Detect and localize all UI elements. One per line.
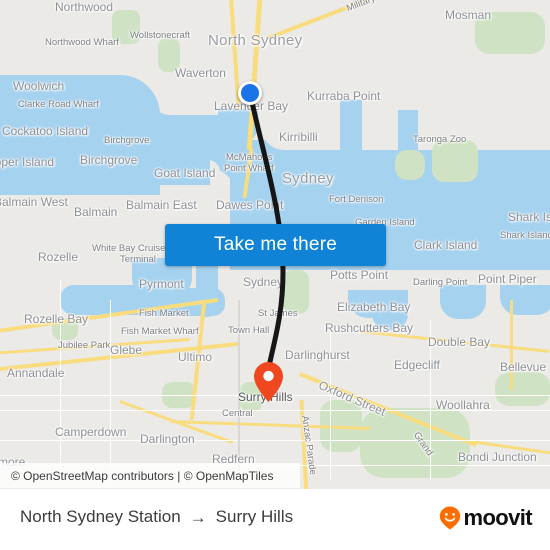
destination-pin-marker[interactable] xyxy=(254,362,283,402)
map-attribution: © OpenStreetMap contributors | © OpenMap… xyxy=(0,463,300,488)
attribution-text[interactable]: © OpenStreetMap contributors | © OpenMap… xyxy=(11,469,273,483)
trip-origin-label: North Sydney Station xyxy=(20,507,181,526)
take-me-there-button[interactable]: Take me there xyxy=(165,224,386,266)
moovit-trip-map-screen: NorthwoodWollstonecraftNorth SydneyMilit… xyxy=(0,0,550,550)
trip-destination-label: Surry Hills xyxy=(215,507,294,526)
arrow-right-icon: → xyxy=(189,507,207,527)
moovit-pin-icon xyxy=(440,506,461,530)
origin-dot-marker[interactable] xyxy=(238,81,262,105)
moovit-logo[interactable]: moovit xyxy=(439,505,533,531)
map-canvas[interactable]: NorthwoodWollstonecraftNorth SydneyMilit… xyxy=(0,0,550,489)
moovit-wordmark: moovit xyxy=(463,505,532,530)
trip-summary: North Sydney Station → Surry Hills xyxy=(20,507,293,527)
